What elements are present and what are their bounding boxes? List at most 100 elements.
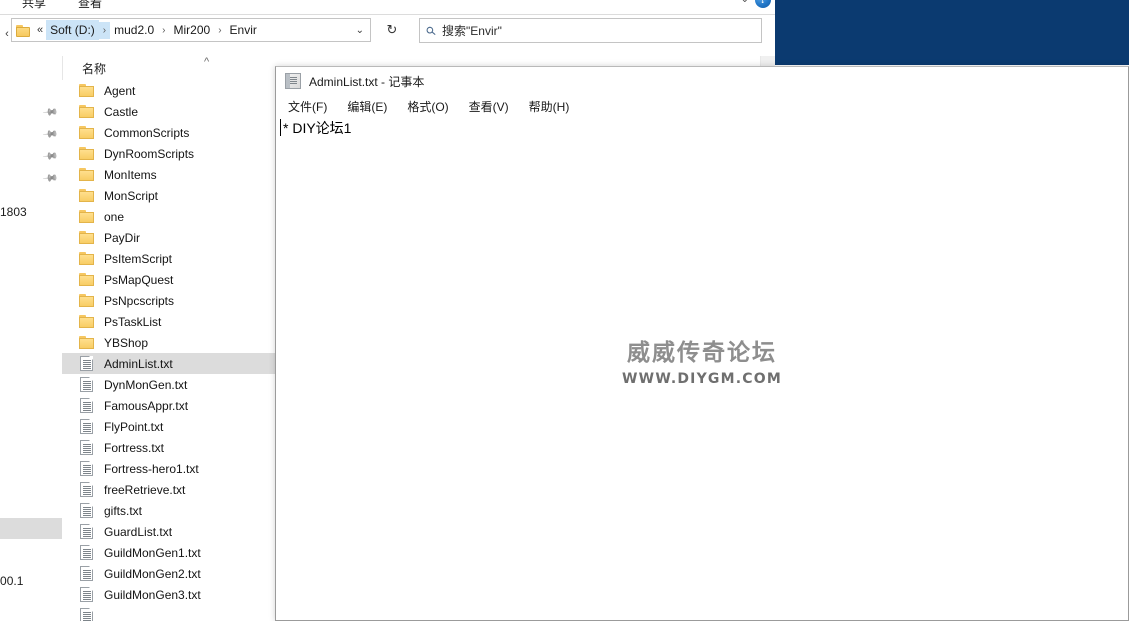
breadcrumb-item-soft-d[interactable]: Soft (D:) (46, 20, 99, 40)
watermark-chinese-text: 威威传奇论坛 (627, 340, 777, 366)
search-input[interactable]: ⚲ 搜索"Envir" (419, 18, 762, 43)
watermark: 威威传奇论坛 WWW.DIYGM.COM (276, 339, 1128, 389)
file-name-label: PsItemScript (104, 251, 173, 266)
file-name-label: Fortress-hero1.txt (104, 461, 199, 476)
notepad-title-bar[interactable]: AdminList.txt - 记事本 (276, 67, 1128, 95)
folder-icon (79, 168, 95, 181)
search-placeholder: 搜索"Envir" (442, 24, 502, 38)
text-file-icon (80, 377, 93, 392)
file-name-label: Castle (104, 104, 139, 119)
nav-pane-item[interactable]: 旦 (0, 268, 62, 289)
menu-item-help[interactable]: 帮助(H) (525, 97, 574, 116)
nav-pane-item[interactable]: 📌 (0, 168, 62, 189)
file-name-label: GuildMonGen3.txt (104, 587, 201, 602)
menu-item-file[interactable]: 文件(F) (284, 97, 331, 116)
pin-icon[interactable]: 📌 (42, 171, 59, 187)
breadcrumb-overflow-icon[interactable]: « (34, 24, 46, 36)
pin-icon[interactable]: 📌 (42, 149, 59, 165)
folder-icon (79, 105, 95, 118)
file-name-label: MonScript (104, 188, 159, 203)
folder-icon (79, 294, 95, 307)
file-name-label: DynMonGen.txt (104, 377, 188, 392)
folder-icon (16, 24, 32, 37)
notepad-content-line: * DIY论坛1 (283, 120, 352, 136)
file-name-label: FamousAppr.txt (104, 398, 189, 413)
text-file-icon (80, 440, 93, 455)
file-name-label: PsMapQuest (104, 272, 174, 287)
sort-ascending-icon: ^ (204, 56, 210, 68)
breadcrumb-item-envir[interactable]: Envir (226, 20, 261, 40)
text-file-icon (80, 503, 93, 518)
notepad-menu-bar: 文件(F) 编辑(E) 格式(O) 查看(V) 帮助(H) (276, 95, 1128, 117)
breadcrumb-separator: › (218, 24, 222, 36)
breadcrumb-item-mir200[interactable]: Mir200 (170, 20, 215, 40)
file-name-label: GuardList.txt (104, 524, 173, 539)
file-name-label: DynRoomScripts (104, 146, 195, 161)
file-name-label: YBShop (104, 335, 149, 350)
folder-icon (79, 126, 95, 139)
menu-item-format[interactable]: 格式(O) (403, 97, 452, 116)
text-file-icon (80, 482, 93, 497)
refresh-button[interactable]: ↻ (379, 18, 405, 42)
text-file-icon (80, 524, 93, 539)
nav-pane-item-label: 神引擎-1803 (0, 205, 27, 219)
breadcrumb[interactable]: « Soft (D:) › mud2.0 › Mir200 › Envir ⌄ (11, 18, 371, 42)
text-file-icon (80, 587, 93, 602)
text-file-icon (80, 398, 93, 413)
ribbon-tab-view[interactable]: 查看 (78, 0, 102, 11)
notepad-text-area[interactable]: * DIY论坛1 威威传奇论坛 WWW.DIYGM.COM (276, 117, 1128, 620)
nav-pane-item[interactable]: ent (E:) (0, 546, 62, 567)
ribbon-tab-share[interactable]: 共享 (22, 0, 46, 11)
nav-pane-item[interactable]: 📌 (0, 146, 62, 167)
nav-pane-item[interactable] (0, 306, 62, 327)
breadcrumb-separator: › (98, 21, 111, 39)
notepad-icon (285, 73, 301, 89)
search-icon: ⚲ (422, 22, 440, 39)
nav-pane-item[interactable]: ) (0, 518, 62, 539)
nav-pane-item[interactable]: 2.168.100.1 (0, 570, 62, 591)
desktop-wallpaper (775, 0, 1129, 65)
navigation-pane: 📌 📌 📌 📌 神引擎-1803 旦)) ent (E:) 2.168.100.1 (0, 56, 63, 621)
text-cursor (280, 119, 281, 136)
notepad-window: AdminList.txt - 记事本 文件(F) 编辑(E) 格式(O) 查看… (275, 66, 1129, 621)
text-file-icon (80, 545, 93, 560)
file-name-label: AdminList.txt (104, 356, 173, 371)
menu-item-view[interactable]: 查看(V) (465, 97, 513, 116)
file-name-label: GuildMonGen1.txt (104, 545, 201, 560)
file-name-label: freeRetrieve.txt (104, 482, 186, 497)
folder-icon (79, 210, 95, 223)
file-name-label: Agent (104, 83, 136, 98)
pin-icon[interactable]: 📌 (42, 127, 59, 143)
text-file-icon (80, 461, 93, 476)
folder-icon (79, 189, 95, 202)
nav-pane-item-label: 2.168.100.1 (0, 573, 24, 588)
file-name-label: MonItems (104, 167, 157, 182)
text-file-icon (80, 419, 93, 434)
pin-icon[interactable]: 📌 (42, 105, 59, 121)
breadcrumb-separator: › (162, 24, 166, 36)
nav-pane-item[interactable]: 神引擎-1803 (0, 201, 62, 222)
file-name-label: PsTaskList (104, 314, 162, 329)
file-name-label: GuildMonGen2.txt (104, 566, 201, 581)
text-file-icon (80, 608, 93, 621)
file-name-label: gifts.txt (104, 503, 143, 518)
breadcrumb-item-mud20[interactable]: mud2.0 (110, 20, 158, 40)
chevron-down-icon[interactable]: ⌄ (356, 25, 364, 36)
file-name-label: PayDir (104, 230, 141, 245)
menu-item-edit[interactable]: 编辑(E) (343, 97, 391, 116)
nav-pane-item[interactable]: 📌 (0, 102, 62, 123)
watermark-url-text: WWW.DIYGM.COM (622, 371, 782, 387)
folder-icon (79, 315, 95, 328)
file-name-label: PsNpcscripts (104, 293, 175, 308)
text-file-icon (80, 356, 93, 371)
folder-icon (79, 273, 95, 286)
folder-icon (79, 231, 95, 244)
chevron-up-icon[interactable]: ⌄ (741, 0, 749, 5)
nav-pane-item[interactable]: ) (0, 492, 62, 513)
folder-icon (79, 336, 95, 349)
nav-pane-item[interactable] (0, 236, 62, 257)
column-header-name[interactable]: 名称 (82, 60, 106, 77)
nav-pane-item[interactable]: 📌 (0, 124, 62, 145)
help-icon[interactable]: ? (755, 0, 771, 8)
notepad-title: AdminList.txt - 记事本 (309, 74, 425, 89)
